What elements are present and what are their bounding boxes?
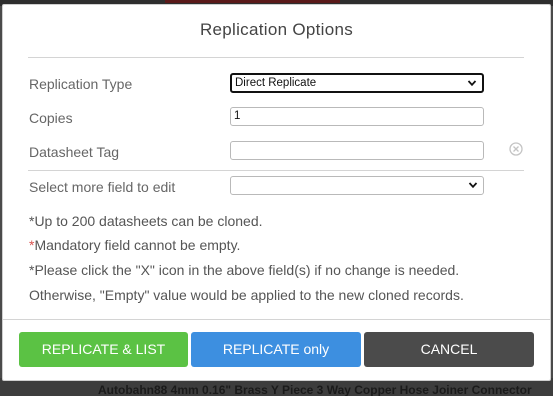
empty-value-note: Otherwise, "Empty" value would be applie…: [29, 287, 464, 303]
click-x-note: *Please click the "X" icon in the above …: [29, 262, 460, 278]
copies-row: Copies 1: [3, 107, 550, 129]
backdrop-accent: [165, 0, 340, 3]
mandatory-note-text: Mandatory field cannot be empty.: [34, 237, 241, 253]
background-product-text: Autobahn88 4mm 0.16" Brass Y Piece 3 Way…: [98, 383, 532, 396]
title-divider: [28, 57, 524, 58]
replicate-and-list-button[interactable]: REPLICATE & LIST: [19, 332, 188, 367]
replication-type-row: Replication Type Direct Replicate: [3, 73, 550, 95]
replication-type-label: Replication Type: [29, 76, 133, 92]
replication-type-select[interactable]: Direct Replicate: [230, 73, 484, 93]
chevron-down-icon: [468, 182, 478, 189]
cancel-button[interactable]: CANCEL: [364, 332, 534, 367]
datasheet-tag-label: Datasheet Tag: [29, 144, 120, 160]
more-fields-label: Select more field to edit: [29, 179, 176, 195]
replication-type-value: Direct Replicate: [235, 77, 317, 89]
copies-input[interactable]: 1: [230, 107, 484, 126]
copies-value: 1: [234, 110, 241, 122]
clear-circle-icon[interactable]: [509, 142, 523, 156]
more-fields-select[interactable]: [230, 176, 484, 195]
copies-label: Copies: [29, 110, 73, 126]
fields-divider: [28, 170, 524, 171]
datasheet-tag-row: Datasheet Tag: [3, 141, 550, 163]
dialog-title: Replication Options: [199, 20, 354, 39]
datasheet-tag-input[interactable]: [230, 141, 484, 160]
replication-options-dialog: Replication Options Replication Type Dir…: [2, 4, 551, 381]
footer-divider: [3, 319, 550, 320]
replicate-only-button[interactable]: REPLICATE only: [191, 332, 361, 367]
chevron-down-icon: [467, 80, 477, 87]
mandatory-note: *Mandatory field cannot be empty.: [29, 237, 240, 253]
more-fields-row: Select more field to edit: [3, 176, 550, 198]
clone-limit-note: *Up to 200 datasheets can be cloned.: [29, 213, 263, 229]
